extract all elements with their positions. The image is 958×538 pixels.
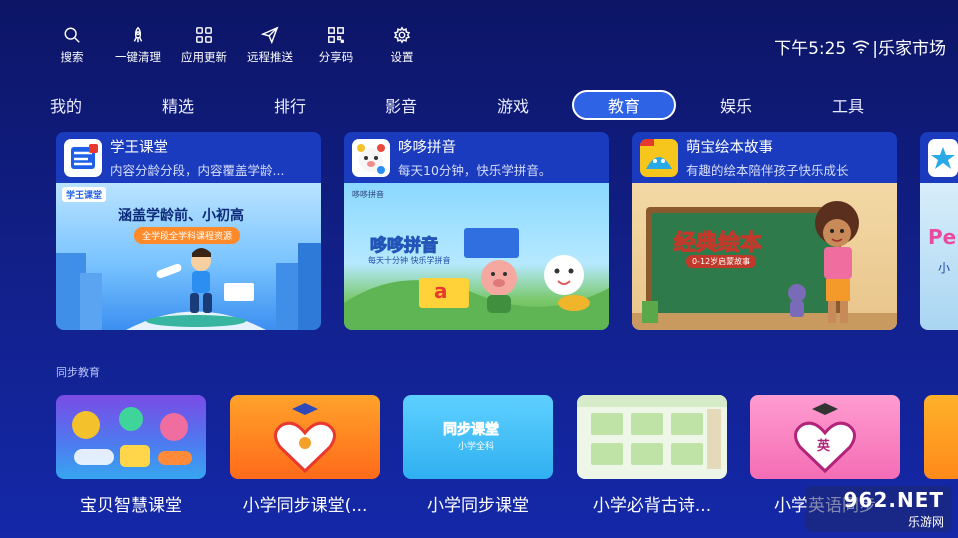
update-label: 应用更新 [181,50,227,64]
app-thumbnail: 同步课堂 小学全科 [403,395,553,479]
app-thumbnail: 英 [750,395,900,479]
app-tile-partial[interactable] [924,395,958,491]
tab-ranking[interactable]: 排行 [238,90,342,120]
banner-headline: 哆哆拼音 [370,236,439,257]
search-button[interactable]: 搜索 [40,26,104,65]
card-banner: Pe 小 [920,183,958,330]
search-label: 搜索 [60,50,84,64]
wifi-icon [852,40,870,54]
app-name: 小学同步课堂 [427,496,529,516]
watermark-brand: 962.NET [843,488,944,512]
thumb-sub: 小学全科 [458,442,495,452]
grid-icon [196,27,212,43]
market-name: |乐家市场 [872,39,946,59]
app-icon [352,138,390,177]
app-thumbnail [924,395,958,479]
app-thumbnail [577,395,727,479]
banner-subline: 每天十分钟 快乐学拼音 [368,256,451,265]
gear-icon [393,26,411,44]
rocket-icon [133,26,143,43]
clean-label: 一键清理 [115,50,161,64]
tab-entertainment[interactable]: 娱乐 [684,90,788,120]
featured-card-xuewang[interactable]: 学王课堂 内容分龄分段，内容覆盖学龄... 学王课堂 涵盖学龄前、小初高 全学段… [56,132,321,330]
banner-headline: 经典绘本 [673,231,763,257]
card-title: 哆哆拼音 [398,140,456,156]
banner-subline: 0-12岁启蒙故事 [686,255,757,268]
tab-tools[interactable]: 工具 [796,90,900,120]
banner-subline: 小 [938,261,951,275]
section-title: 同步教育 [56,366,100,379]
clock: 下午5:25 [774,39,847,59]
banner-subline: 全学段全学科课程资源 [134,227,241,244]
share-code-button[interactable]: 分享码 [304,26,368,65]
thumb-badge: 英 [817,439,831,454]
card-banner: 经典绘本 0-12岁启蒙故事 [632,183,897,330]
tab-mine[interactable]: 我的 [14,90,118,120]
settings-label: 设置 [390,50,414,64]
watermark-sub: 乐游网 [907,515,944,529]
tab-featured[interactable]: 精选 [126,90,230,120]
status-bar: 下午5:25 |乐家市场 [774,34,946,59]
card-title: 萌宝绘本故事 [686,140,773,156]
category-tabs: 我的 精选 排行 影音 游戏 教育 娱乐 工具 [0,90,958,120]
qr-code-icon [328,27,344,43]
watermark-logo: 962.NET 乐游网 [806,486,952,532]
app-name: 宝贝智慧课堂 [80,496,182,516]
card-header: 学王课堂 内容分龄分段，内容覆盖学龄... [56,132,321,183]
card-banner: 学王课堂 涵盖学龄前、小初高 全学段全学科课程资源 [56,183,321,330]
banner-headline: 涵盖学龄前、小初高 [118,208,244,224]
thumb-logo: 同步课堂 [443,422,500,439]
app-tile-gushi[interactable]: 小学必背古诗... [577,395,727,516]
send-icon [261,26,279,44]
app-tile-xiaoxue-tongbu-b[interactable]: 同步课堂 小学全科 小学同步课堂 [403,395,553,516]
toolbar: 搜索 一键清理 应用更新 远程推送 分享码 设置 [40,26,436,65]
push-label: 远程推送 [247,50,293,64]
banner-headline: Pe [928,225,957,249]
card-header: 萌宝绘本故事 有趣的绘本陪伴孩子快乐成长 [632,132,897,183]
banner-logo: 学王课堂 [62,187,107,202]
featured-card-mengbao[interactable]: 萌宝绘本故事 有趣的绘本陪伴孩子快乐成长 经典绘本 0-12岁启蒙故事 [632,132,897,330]
app-icon [928,138,958,177]
search-icon [64,27,80,43]
update-button[interactable]: 应用更新 [172,26,236,65]
app-icon [640,138,678,177]
card-header: 哆哆拼音 每天10分钟，快乐学拼音。 [344,132,609,183]
app-name: 小学同步课堂(... [242,496,368,516]
banner-logo: 哆哆拼音 [352,190,384,199]
app-tile-baobei[interactable]: 宝贝智慧课堂 [56,395,206,516]
clean-button[interactable]: 一键清理 [106,26,170,65]
push-button[interactable]: 远程推送 [238,26,302,65]
featured-card-partial[interactable]: Pe 小 [920,132,958,330]
app-icon [64,138,102,177]
banner-letter: a [434,279,448,303]
app-thumbnail [56,395,206,479]
tab-games[interactable]: 游戏 [461,90,565,120]
app-name: 小学必背古诗... [592,496,712,516]
app-thumbnail [230,395,380,479]
share-code-label: 分享码 [318,50,354,64]
settings-button[interactable]: 设置 [370,26,434,65]
app-tile-xiaoxue-tongbu-a[interactable]: 小学同步课堂(... [230,395,380,516]
card-desc: 每天10分钟，快乐学拼音。 [398,163,552,178]
card-banner: 哆哆拼音 哆哆拼音 每天十分钟 快乐学拼音 a [344,183,609,330]
featured-card-duoduo[interactable]: 哆哆拼音 每天10分钟，快乐学拼音。 哆哆拼音 哆哆拼音 每天十分钟 快乐学拼音… [344,132,609,330]
tab-video[interactable]: 影音 [349,90,453,120]
card-title: 学王课堂 [110,140,168,156]
card-desc: 有趣的绘本陪伴孩子快乐成长 [686,163,849,178]
card-desc: 内容分龄分段，内容覆盖学龄... [110,163,285,178]
card-header [920,132,958,183]
tab-education[interactable]: 教育 [572,90,676,120]
